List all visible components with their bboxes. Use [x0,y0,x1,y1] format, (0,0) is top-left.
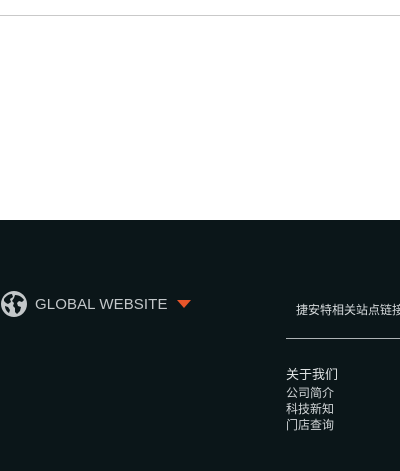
about-us-heading[interactable]: 关于我们 [286,367,338,385]
footer-divider [286,338,400,339]
footer-link-store-locator[interactable]: 门店查询 [286,417,338,433]
caret-down-icon[interactable] [176,300,191,308]
related-sites-link[interactable]: 捷安特相关站点链接 [296,301,400,318]
site-footer: GLOBAL WEBSITE 捷安特相关站点链接 关于我们 公司简介 科技新知 … [0,220,400,471]
about-links-list: 关于我们 公司简介 科技新知 门店查询 [286,367,338,433]
footer-link-tech-news[interactable]: 科技新知 [286,401,338,417]
global-website-label: GLOBAL WEBSITE [35,295,168,313]
global-website-selector[interactable]: GLOBAL WEBSITE [0,289,191,319]
content-area [0,16,400,220]
top-strip [0,0,400,16]
globe-icon [1,291,27,317]
footer-link-company-profile[interactable]: 公司简介 [286,385,338,401]
